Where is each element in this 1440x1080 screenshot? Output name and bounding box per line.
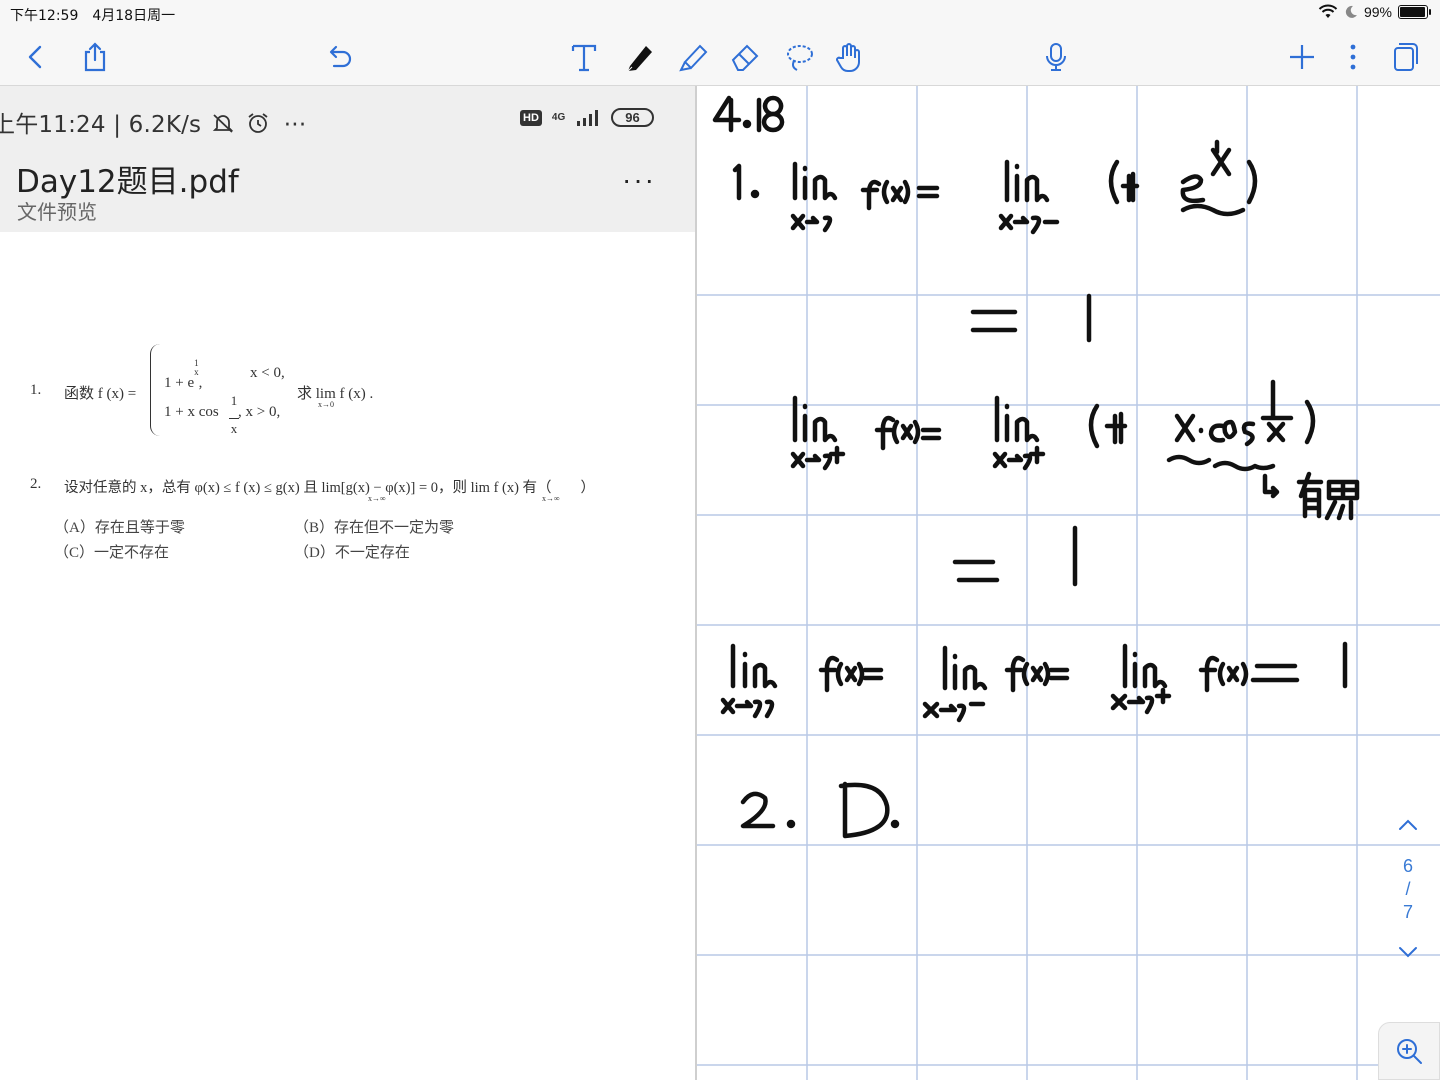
phone-time: 上午11:24 | 6.2K/s ··· — [0, 105, 306, 139]
battery-fill — [1400, 7, 1425, 17]
q2-sub1: x→∞ — [368, 494, 386, 503]
q1-lead: 函数 f (x) = — [64, 386, 137, 402]
share-icon — [84, 42, 106, 72]
q2-number: 2. — [30, 476, 42, 492]
ink-q1-line2 — [970, 293, 1092, 343]
eraser-icon — [731, 44, 759, 71]
ink-q1-line5 — [720, 641, 1348, 723]
status-bar: 下午12:59 4月18日周一 99% — [0, 0, 1440, 28]
mute-bell-icon — [212, 114, 233, 133]
q1-case1-expr: 1 + e1 x, — [164, 358, 203, 392]
moon-icon — [1345, 5, 1357, 18]
ink-q1-line1 — [732, 139, 1258, 235]
network-type: 4G — [551, 112, 566, 123]
alarm-icon — [248, 113, 268, 133]
hand-icon — [836, 43, 860, 73]
chevron-down-icon[interactable] — [1393, 937, 1423, 967]
q1-case2-expr: 1 + x cos — [164, 404, 219, 420]
phone-more-dots: ··· — [283, 112, 307, 138]
more-button[interactable] — [1332, 36, 1374, 78]
ink-q1-line3 — [790, 379, 1316, 472]
pen-icon — [627, 46, 652, 72]
signal-icon — [577, 109, 599, 126]
hand-tool-button[interactable] — [829, 36, 871, 78]
q1-ask-sub: x→0 — [318, 400, 334, 409]
q1-brace — [150, 344, 164, 436]
q2-option-a: （A）存在且等于零 — [54, 520, 185, 536]
microphone-button[interactable] — [1035, 36, 1077, 78]
highlighter-icon — [679, 44, 708, 72]
share-button[interactable] — [74, 36, 116, 78]
pdf-page: 1. 函数 f (x) = 1 + e1 x, x < 0, 1 + x cos … — [0, 232, 695, 1080]
add-page-button[interactable] — [1281, 36, 1323, 78]
wifi-icon — [1318, 4, 1338, 18]
notebook-canvas[interactable] — [695, 86, 1440, 1080]
phone-time-text: 上午11:24 | 6.2K/s — [0, 112, 202, 138]
page-separator: / — [1405, 879, 1411, 899]
status-left: 下午12:59 4月18日周一 — [10, 5, 175, 25]
lasso-tool-button[interactable] — [778, 36, 820, 78]
battery-icon — [1398, 5, 1431, 19]
undo-icon — [329, 45, 352, 68]
undo-button[interactable] — [318, 36, 360, 78]
q1-case1-expr-text: 1 + e — [164, 375, 195, 391]
q2-sub2: x→∞ — [542, 494, 560, 503]
microphone-icon — [1046, 43, 1066, 71]
phone-status-right: HD 4G 96 — [520, 108, 654, 127]
ink-date — [712, 95, 785, 133]
pen-tool-button[interactable] — [618, 36, 660, 78]
hd-badge: HD — [520, 109, 542, 126]
pdf-screenshot-pane: 上午11:24 | 6.2K/s ··· HD 4G 96 Day12题目.pd… — [0, 86, 695, 1080]
battery-percent: 99% — [1363, 4, 1392, 20]
q1-case2-cond: , x > 0, — [238, 404, 281, 420]
more-icon — [1350, 44, 1356, 70]
ink-q1-line4 — [952, 525, 1078, 587]
back-icon — [28, 45, 42, 69]
phone-battery: 96 — [611, 108, 654, 127]
zoom-in-icon — [1397, 1039, 1422, 1064]
q2-text: 设对任意的 x，总有 φ(x) ≤ f (x) ≤ g(x) 且 lim[g(x… — [64, 480, 596, 496]
page-total: 7 — [1402, 902, 1413, 922]
zoom-button[interactable] — [1378, 1022, 1440, 1080]
page-navigator: 6 / 7 — [1380, 810, 1436, 980]
back-button[interactable] — [14, 36, 56, 78]
status-date: 4月18日周一 — [92, 8, 176, 24]
ink-q1-note — [1262, 471, 1360, 521]
pdf-title: Day12题目.pdf — [16, 164, 239, 200]
q2-option-b: （B）存在但不一定为零 — [294, 520, 455, 536]
pdf-subtitle: 文件预览 — [17, 200, 97, 224]
q2-option-d: （D）不一定存在 — [294, 545, 410, 561]
eraser-tool-button[interactable] — [724, 36, 766, 78]
handwriting-ink — [712, 95, 1360, 839]
page-indicator: 6 / 7 — [1403, 856, 1413, 923]
add-icon — [1290, 45, 1314, 69]
q2-option-c: （C）一定不存在 — [54, 545, 170, 561]
text-tool-button[interactable] — [563, 36, 605, 78]
pdf-more-button[interactable]: ··· — [622, 164, 656, 196]
notes-toolbar — [0, 28, 1440, 86]
q1-case1-cond: x < 0, — [250, 365, 285, 381]
status-right: 99% — [1318, 4, 1431, 20]
pages-icon — [1394, 43, 1418, 71]
phone-status-bar: 上午11:24 | 6.2K/s ··· HD 4G 96 — [0, 86, 695, 150]
ink-q2-answer — [740, 781, 900, 839]
chevron-up-icon[interactable] — [1393, 810, 1423, 840]
q1-ask: 求 lim f (x) . — [297, 386, 374, 402]
status-time: 下午12:59 — [10, 8, 79, 24]
text-icon — [571, 44, 597, 72]
pdf-header: Day12题目.pdf 文件预览 ··· — [0, 150, 695, 232]
pages-button[interactable] — [1383, 36, 1425, 78]
page-current: 6 — [1402, 856, 1413, 876]
q1-number: 1. — [30, 382, 42, 398]
lasso-icon — [787, 45, 813, 71]
highlighter-tool-button[interactable] — [672, 36, 714, 78]
